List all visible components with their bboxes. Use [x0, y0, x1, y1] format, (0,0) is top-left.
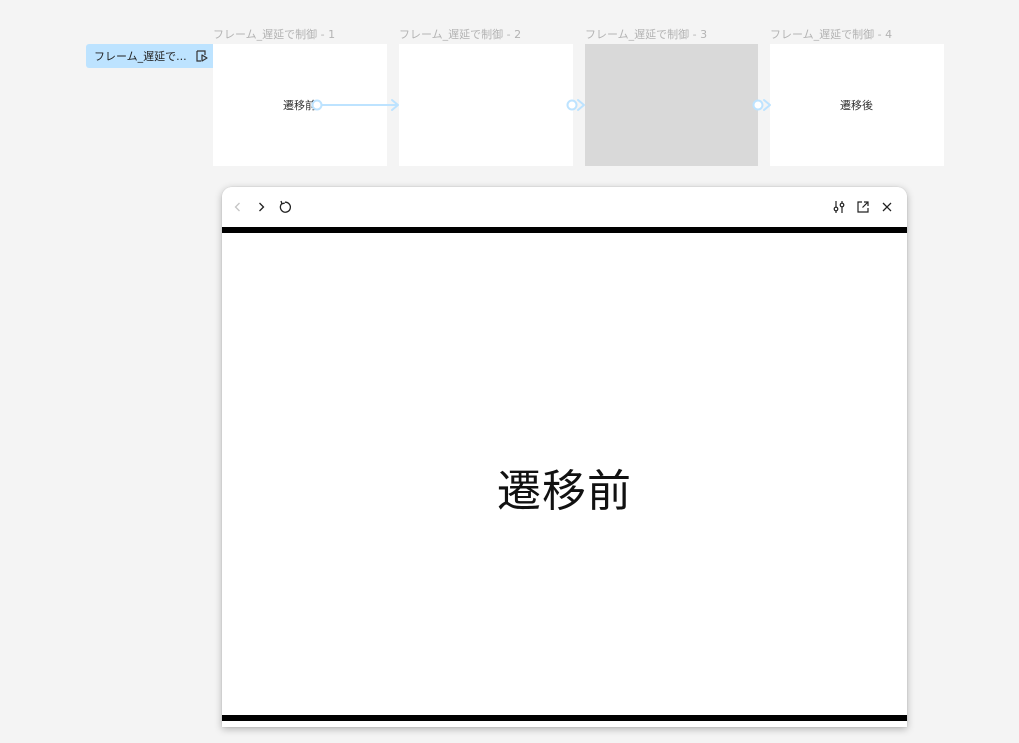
- frame-4-text: 遷移後: [840, 99, 873, 112]
- preview-content-text: 遷移前: [497, 466, 632, 517]
- open-in-new-tab-button[interactable]: [853, 197, 873, 217]
- frame-4-label[interactable]: フレーム_遅延で制御 - 4: [770, 26, 892, 42]
- settings-button[interactable]: [829, 197, 849, 217]
- play-flow-icon[interactable]: [195, 49, 209, 63]
- restart-button[interactable]: [275, 197, 295, 217]
- forward-button[interactable]: [251, 197, 271, 217]
- frame-3-label[interactable]: フレーム_遅延で制御 - 3: [585, 26, 707, 42]
- frame-1-label[interactable]: フレーム_遅延で制御 - 1: [213, 26, 335, 42]
- close-icon: [882, 202, 892, 212]
- frame-1-text: 遷移前: [283, 99, 316, 112]
- preview-stage[interactable]: 遷移前: [222, 227, 907, 721]
- chevron-right-icon: [259, 202, 265, 212]
- flow-starting-point[interactable]: フレーム_遅延で...: [86, 44, 213, 68]
- prototype-preview-window: 遷移前: [222, 187, 907, 727]
- external-link-icon: [857, 201, 869, 213]
- back-button[interactable]: [228, 197, 248, 217]
- chevron-left-icon: [234, 202, 240, 212]
- frame-3[interactable]: [585, 44, 758, 166]
- frame-2[interactable]: [399, 44, 573, 166]
- preview-toolbar: [222, 187, 907, 227]
- close-button[interactable]: [877, 197, 897, 217]
- flow-name: フレーム_遅延で...: [94, 50, 187, 63]
- restart-icon: [279, 200, 291, 213]
- frame-2-label[interactable]: フレーム_遅延で制御 - 2: [399, 26, 521, 42]
- sliders-icon: [833, 201, 845, 213]
